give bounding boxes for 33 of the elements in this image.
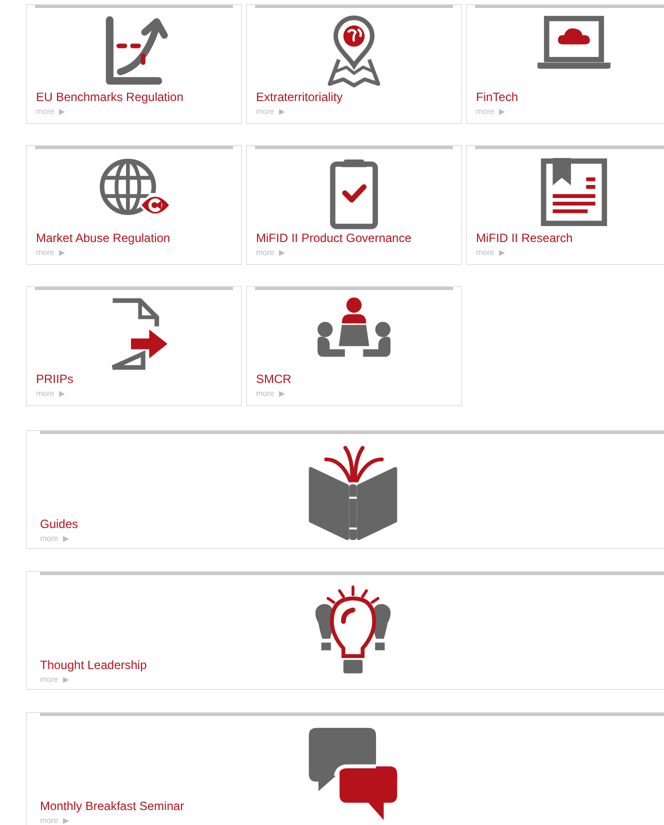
topic-link[interactable]: Extraterritoriality — [256, 90, 343, 104]
topic-card[interactable]: EU Benchmarks Regulation more — [26, 4, 242, 124]
topic-card[interactable]: FinTech more — [466, 4, 664, 124]
caret-icon — [63, 536, 70, 542]
topic-link[interactable]: SMCR — [256, 372, 292, 386]
topic-card[interactable]: Extraterritoriality more — [246, 4, 462, 124]
topic-link[interactable]: MiFID II Product Governance — [256, 231, 412, 245]
caret-icon — [279, 391, 286, 397]
topic-link[interactable]: EU Benchmarks Regulation — [36, 90, 184, 104]
topic-card[interactable]: MiFID II Research more — [466, 145, 664, 265]
caret-icon — [63, 818, 70, 824]
caret-icon — [63, 677, 70, 683]
topic-card[interactable]: MiFID II Product Governance more — [246, 145, 462, 265]
topic-card[interactable]: PRIIPs more — [26, 286, 242, 406]
caret-icon — [499, 109, 506, 115]
caret-icon — [279, 250, 286, 256]
topic-link[interactable]: Thought Leadership — [40, 658, 147, 672]
caret-icon — [59, 109, 66, 115]
topic-card[interactable]: Thought Leadership more — [26, 571, 664, 690]
topic-link[interactable]: Guides — [40, 517, 78, 531]
caret-icon — [279, 109, 286, 115]
topic-link[interactable]: PRIIPs — [36, 372, 74, 386]
topic-link[interactable]: Monthly Breakfast Seminar — [40, 799, 184, 813]
topic-link[interactable]: MiFID II Research — [476, 231, 573, 245]
topic-card[interactable]: SMCR more — [246, 286, 462, 406]
caret-icon — [499, 250, 506, 256]
topic-link[interactable]: Market Abuse Regulation — [36, 231, 170, 245]
topic-card[interactable]: Monthly Breakfast Seminar more — [26, 712, 664, 825]
topic-link[interactable]: FinTech — [476, 90, 518, 104]
caret-icon — [59, 250, 66, 256]
caret-icon — [59, 391, 66, 397]
topic-card[interactable]: Market Abuse Regulation more — [26, 145, 242, 265]
topic-card[interactable]: Guides more — [26, 430, 664, 549]
